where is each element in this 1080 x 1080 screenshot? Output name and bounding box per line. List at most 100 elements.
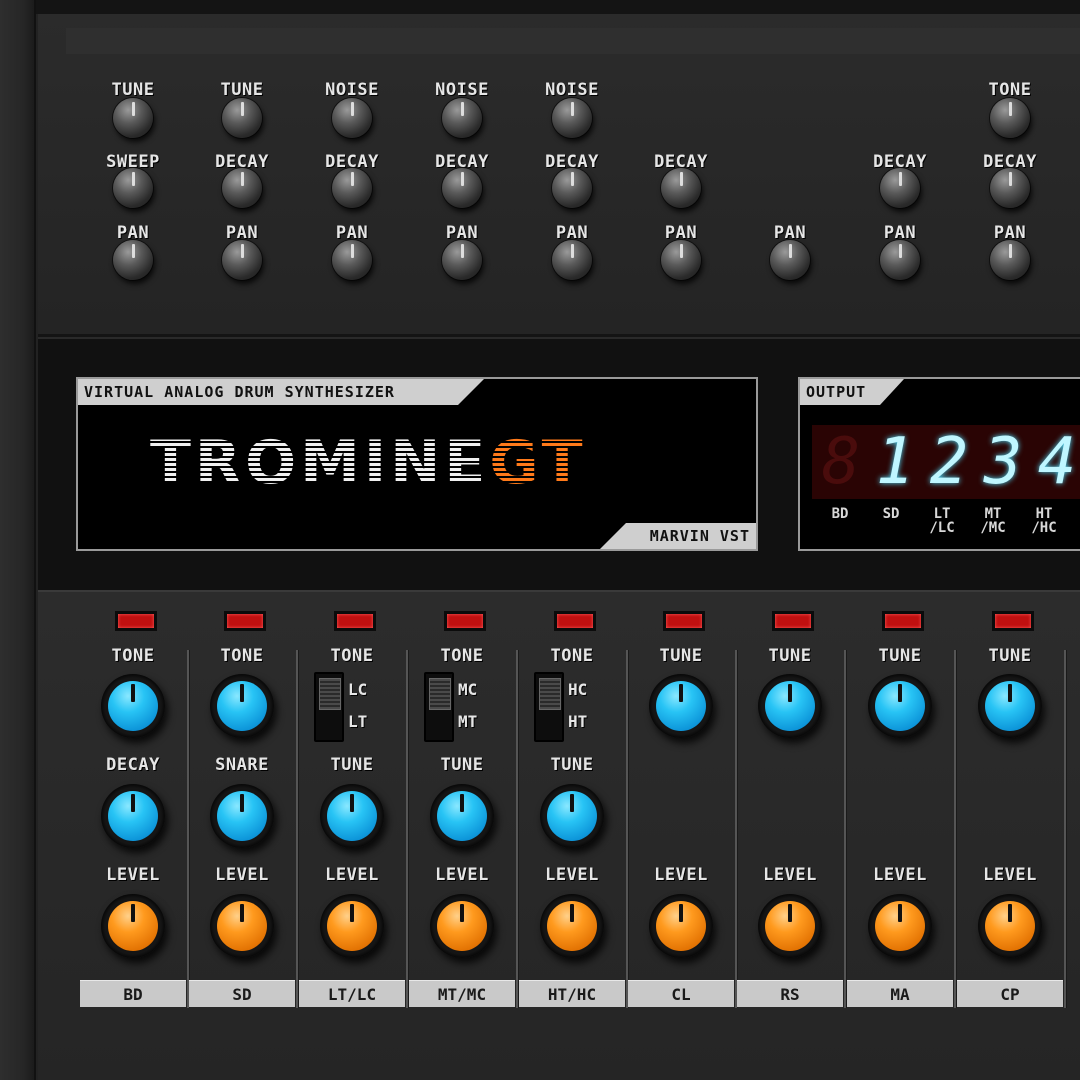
channel-tune-knob[interactable] xyxy=(540,784,604,848)
channel-top-label: TONE xyxy=(550,646,594,666)
upper-knob-decay[interactable] xyxy=(880,168,920,208)
channel-name-tag: MA xyxy=(847,980,953,1007)
upper-knob-pan[interactable] xyxy=(332,240,372,280)
output-digit: 3 xyxy=(983,425,1023,499)
channel-led xyxy=(224,611,266,631)
upper-knob-pan[interactable] xyxy=(770,240,810,280)
output-channel-label: LT /LC xyxy=(929,506,955,536)
channel-level-label: LEVEL xyxy=(106,865,160,885)
knob-cap xyxy=(217,791,267,841)
upper-knob-sweep[interactable] xyxy=(113,168,153,208)
channel-top-label: TUNE xyxy=(878,646,922,666)
knob-cap xyxy=(985,901,1035,951)
channel-name-tag: MT/MC xyxy=(409,980,515,1007)
channel-level-label: LEVEL xyxy=(983,865,1037,885)
switch-lever[interactable] xyxy=(429,678,451,710)
channel-divider xyxy=(626,650,629,1008)
channel-snare-knob[interactable] xyxy=(210,784,274,848)
upper-knob-tone[interactable] xyxy=(990,98,1030,138)
channel-level-knob[interactable] xyxy=(101,894,165,958)
knob-cap xyxy=(656,681,706,731)
output-channel-label: BD xyxy=(831,506,849,522)
upper-knob-noise[interactable] xyxy=(332,98,372,138)
upper-knob-decay[interactable] xyxy=(222,168,262,208)
channel-name-tag: HT/HC xyxy=(519,980,625,1007)
channel-tone-knob[interactable] xyxy=(210,674,274,738)
output-digit: 4 xyxy=(1037,425,1077,499)
upper-knob-decay[interactable] xyxy=(332,168,372,208)
channel-name-tag: CL xyxy=(628,980,734,1007)
channel-name-tag: BD xyxy=(80,980,186,1007)
channel-level-knob[interactable] xyxy=(320,894,384,958)
upper-knob-decay[interactable] xyxy=(552,168,592,208)
channel-top-label: TONE xyxy=(330,646,374,666)
channel-top-label: TUNE xyxy=(768,646,812,666)
upper-knob-noise[interactable] xyxy=(442,98,482,138)
channel-tune-knob[interactable] xyxy=(649,674,713,738)
upper-knob-decay[interactable] xyxy=(990,168,1030,208)
knob-cap xyxy=(108,681,158,731)
switch-lever[interactable] xyxy=(319,678,341,710)
channel-tune-knob[interactable] xyxy=(430,784,494,848)
channel-led xyxy=(334,611,376,631)
channel-level-knob[interactable] xyxy=(210,894,274,958)
knob-cap xyxy=(327,901,377,951)
channel-tune-knob[interactable] xyxy=(320,784,384,848)
upper-knob-pan[interactable] xyxy=(222,240,262,280)
top-strip xyxy=(36,0,1080,14)
output-channel-label: SD xyxy=(882,506,900,522)
knob-cap xyxy=(547,791,597,841)
upper-knob-tune[interactable] xyxy=(113,98,153,138)
switch-lever[interactable] xyxy=(539,678,561,710)
upper-knob-label: NOISE xyxy=(325,80,379,100)
channel-decay-knob[interactable] xyxy=(101,784,165,848)
channel-range-switch[interactable] xyxy=(424,672,454,742)
channel-tune-knob[interactable] xyxy=(758,674,822,738)
switch-label-upper: HC xyxy=(568,680,588,699)
brand-box: VIRTUAL ANALOG DRUM SYNTHESIZER TROMINEG… xyxy=(76,377,758,551)
upper-knob-pan[interactable] xyxy=(113,240,153,280)
switch-label-lower: LT xyxy=(348,712,368,731)
upper-knob-decay[interactable] xyxy=(661,168,701,208)
channel-led xyxy=(772,611,814,631)
channel-tune-knob[interactable] xyxy=(978,674,1042,738)
upper-knob-noise[interactable] xyxy=(552,98,592,138)
channel-level-knob[interactable] xyxy=(540,894,604,958)
channel-strip-panel: TONE DECAY LEVEL BD TONE SNARE LEVEL SD TONE LC LT… xyxy=(38,592,1080,1080)
output-title: OUTPUT xyxy=(800,379,904,405)
upper-knob-pan[interactable] xyxy=(442,240,482,280)
channel-divider xyxy=(296,650,299,1008)
channel-top-label: TONE xyxy=(111,646,155,666)
channel-tune-knob[interactable] xyxy=(868,674,932,738)
channel-range-switch[interactable] xyxy=(314,672,344,742)
channel-led xyxy=(444,611,486,631)
channel-level-knob[interactable] xyxy=(649,894,713,958)
channel-mid-label: TUNE xyxy=(330,755,374,775)
channel-level-label: LEVEL xyxy=(435,865,489,885)
channel-name-tag: CP xyxy=(957,980,1063,1007)
channel-level-knob[interactable] xyxy=(758,894,822,958)
upper-knob-pan[interactable] xyxy=(661,240,701,280)
upper-knob-pan[interactable] xyxy=(990,240,1030,280)
output-channel-label: MT /MC xyxy=(980,506,1006,536)
channel-level-label: LEVEL xyxy=(873,865,927,885)
upper-knob-pan[interactable] xyxy=(552,240,592,280)
channel-level-knob[interactable] xyxy=(430,894,494,958)
channel-level-knob[interactable] xyxy=(978,894,1042,958)
output-digit: 8 xyxy=(821,425,861,499)
upper-knob-label: TUNE xyxy=(111,80,155,100)
channel-tone-knob[interactable] xyxy=(101,674,165,738)
channel-range-switch[interactable] xyxy=(534,672,564,742)
channel-level-label: LEVEL xyxy=(215,865,269,885)
upper-knob-pan[interactable] xyxy=(880,240,920,280)
switch-label-lower: MT xyxy=(458,712,478,731)
upper-knob-decay[interactable] xyxy=(442,168,482,208)
output-digit: 2 xyxy=(929,425,969,499)
knob-cap xyxy=(217,681,267,731)
channel-level-knob[interactable] xyxy=(868,894,932,958)
channel-top-label: TUNE xyxy=(659,646,703,666)
channel-top-label: TONE xyxy=(440,646,484,666)
upper-knob-tune[interactable] xyxy=(222,98,262,138)
brand-subtitle: VIRTUAL ANALOG DRUM SYNTHESIZER xyxy=(78,379,484,405)
knob-cap xyxy=(437,791,487,841)
